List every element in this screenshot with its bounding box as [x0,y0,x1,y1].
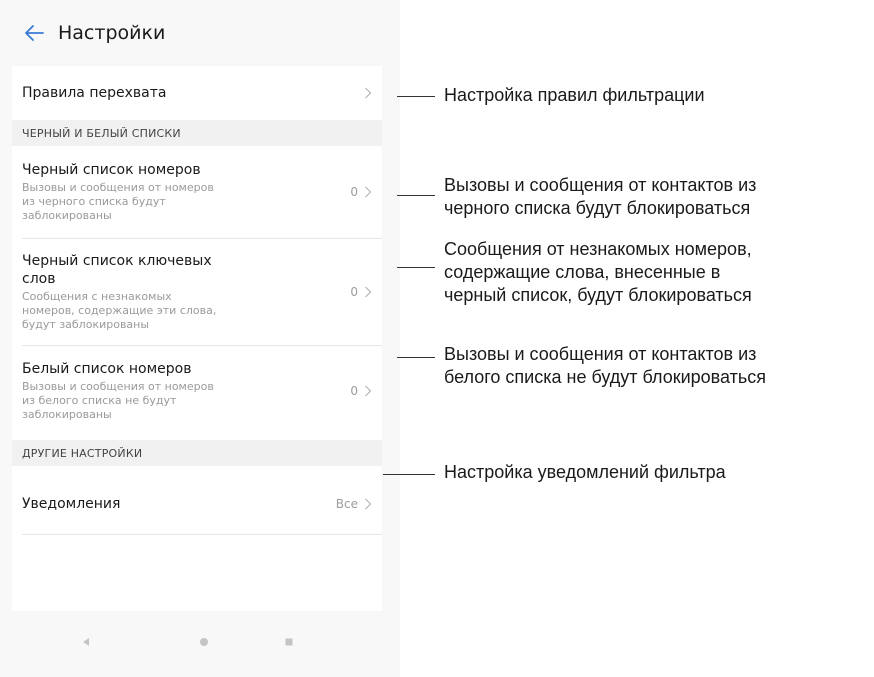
notifications-value: Все [335,497,358,511]
callout-rules: Настройка правил фильтрации [444,85,705,105]
nav-back-button[interactable] [80,635,92,653]
arrow-left-icon [25,25,44,41]
section-header-other: ДРУГИЕ НАСТРОЙКИ [12,440,382,466]
leader-line [397,96,435,97]
navigation-bar [0,611,400,677]
callout-blacklist-numbers: Вызовы и сообщения от контактов из черно… [444,175,757,218]
callout-notifications: Настройка уведомлений фильтра [444,462,726,482]
blacklist-numbers-row[interactable]: Черный список номеров Вызовы и сообщения… [12,146,382,238]
whitelist-numbers-title: Белый список номеров [22,361,192,377]
blacklist-keywords-subtitle: Сообщения с незнакомых номеров, содержащ… [22,290,217,331]
settings-list: Правила перехвата ЧЕРНЫЙ И БЕЛЫЙ СПИСКИ … [12,66,382,611]
square-recents-icon [285,638,293,646]
divider [22,534,382,535]
triangle-back-icon [83,638,89,646]
leader-line [397,195,435,196]
circle-home-icon [200,638,208,646]
phone-screen: Настройки Правила перехвата ЧЕРНЫЙ И БЕЛ… [0,0,400,677]
nav-recents-button[interactable] [283,635,295,653]
blacklist-keywords-row[interactable]: Черный список ключевых слов Сообщения с … [12,239,382,345]
whitelist-numbers-subtitle: Вызовы и сообщения от номеров из белого … [22,380,214,421]
callout-blacklist-keywords: Сообщения от незнакомых номеров, содержа… [444,239,752,305]
callout-whitelist-numbers: Вызовы и сообщения от контактов из белог… [444,344,767,387]
blacklist-keywords-count: 0 [350,285,358,299]
page-title: Настройки [58,22,166,44]
leader-line [383,474,435,475]
rules-title: Правила перехвата [22,85,167,101]
nav-home-button[interactable] [198,635,210,653]
notifications-title: Уведомления [22,496,121,512]
chevron-right-icon [365,286,372,298]
chevron-right-icon [365,385,372,397]
app-header: Настройки [12,0,394,66]
leader-line [397,357,435,358]
chevron-right-icon [365,498,372,510]
back-button[interactable] [12,13,56,53]
blacklist-numbers-count: 0 [350,185,358,199]
whitelist-numbers-count: 0 [350,384,358,398]
rules-row[interactable]: Правила перехвата [12,66,382,120]
chevron-right-icon [365,87,372,99]
chevron-right-icon [365,186,372,198]
notifications-row[interactable]: Уведомления Все [12,476,382,532]
leader-line [397,267,435,268]
section-header-lists: ЧЕРНЫЙ И БЕЛЫЙ СПИСКИ [12,120,382,146]
blacklist-keywords-title: Черный список ключевых слов [22,253,212,287]
whitelist-numbers-row[interactable]: Белый список номеров Вызовы и сообщения … [12,346,382,436]
blacklist-numbers-title: Черный список номеров [22,162,201,178]
blacklist-numbers-subtitle: Вызовы и сообщения от номеров из черного… [22,181,214,222]
